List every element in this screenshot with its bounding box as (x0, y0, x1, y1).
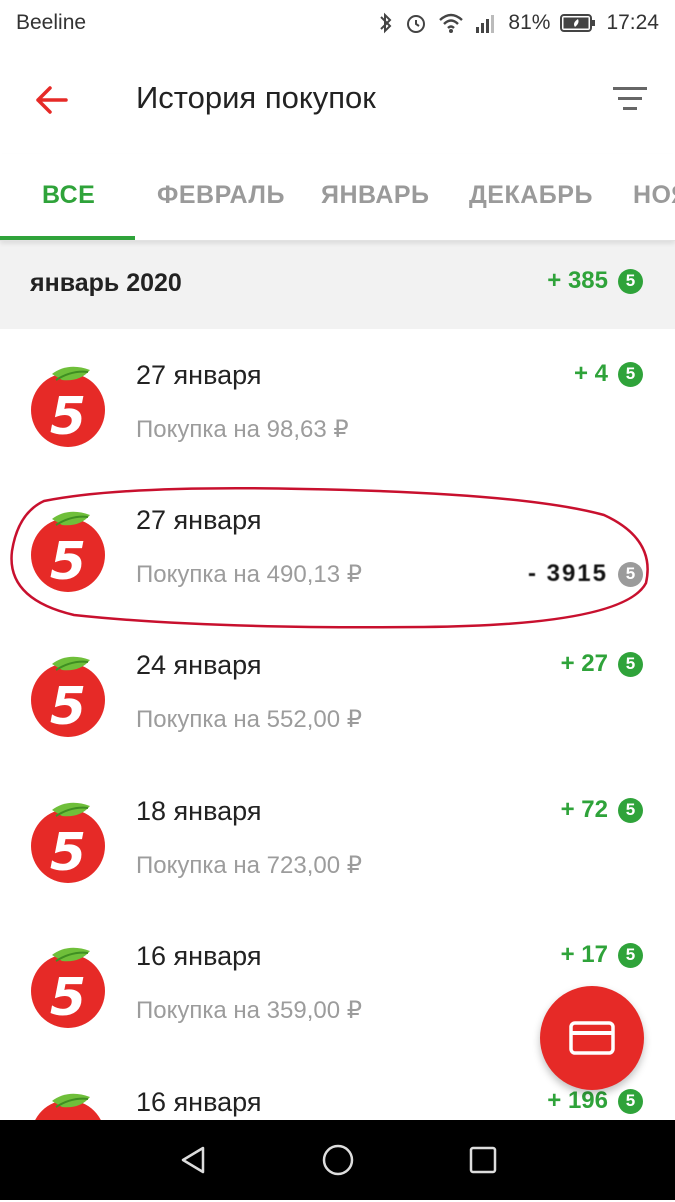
points-value: + 385 (547, 267, 608, 294)
bluetooth-icon (380, 12, 392, 34)
carrier-label: Beeline (16, 11, 87, 34)
points-coin-icon: 5 (618, 651, 643, 677)
status-bar: Beeline 81% 17:24 (0, 0, 675, 46)
system-nav-bar (0, 1120, 675, 1200)
battery-percent: 81% (508, 11, 551, 34)
nav-back-icon (181, 1146, 204, 1174)
purchase-date: 16 января (136, 1087, 262, 1117)
loyalty-card-button[interactable] (540, 986, 644, 1090)
points-coin-icon: 5 (618, 1088, 643, 1114)
svg-text:5: 5 (50, 823, 86, 883)
alarm-icon (407, 15, 426, 33)
active-tab-indicator (0, 236, 135, 240)
tab-all[interactable]: ВСЕ (42, 154, 95, 240)
purchase-row[interactable]: 5 27 января Покупка на 98,63 ₽ + 4 5 (0, 330, 675, 475)
purchase-amount: Покупка на 490,13 ₽ (136, 561, 363, 588)
purchase-date: 27 января (136, 360, 262, 390)
purchase-points: + 17 5 (561, 941, 643, 969)
nav-back-button[interactable] (173, 1140, 213, 1180)
app-bar: История покупок (0, 46, 675, 154)
purchase-amount: Покупка на 98,63 ₽ (136, 416, 349, 443)
signal-icon (476, 15, 495, 33)
purchase-points: + 196 5 (547, 1087, 643, 1115)
points-coin-icon: 5 (618, 797, 643, 823)
points-value: + 17 (560, 941, 608, 968)
purchase-points: + 27 5 (561, 650, 643, 678)
month-label: январь 2020 (30, 269, 182, 297)
battery-icon (560, 14, 596, 32)
purchase-points: + 72 5 (561, 796, 643, 824)
pyaterochka-logo-icon: 5 (31, 947, 105, 1028)
purchase-date: 27 января (136, 505, 262, 535)
pyaterochka-logo-icon: 5 (31, 656, 105, 737)
points-coin-icon: 5 (618, 361, 643, 387)
pyaterochka-logo-icon: 5 (31, 802, 105, 883)
back-button[interactable] (30, 78, 74, 122)
purchase-row[interactable]: 5 24 января Покупка на 552,00 ₽ + 27 5 (0, 620, 675, 765)
points-value: + 196 (547, 1087, 608, 1114)
svg-text:5: 5 (50, 677, 86, 737)
tab-january[interactable]: ЯНВАРЬ (321, 154, 430, 240)
points-value: + 4 (573, 360, 608, 387)
nav-home-icon (322, 1144, 353, 1176)
points-coin-icon: 5 (618, 561, 643, 587)
month-section-header: январь 2020 + 385 5 (0, 241, 675, 329)
purchase-points: + 4 5 (574, 360, 643, 388)
filter-icon (613, 87, 647, 110)
purchase-date: 24 января (136, 650, 262, 680)
tab-december[interactable]: ДЕКАБРЬ (469, 154, 593, 240)
points-value: + 72 (560, 796, 608, 823)
points-coin-icon: 5 (618, 942, 643, 968)
svg-text:5: 5 (50, 968, 86, 1028)
nav-home-button[interactable] (318, 1140, 358, 1180)
status-icons: 81% 17:24 (378, 11, 659, 35)
points-value: - 3915 (527, 560, 608, 587)
pyaterochka-logo-icon: 5 (31, 511, 105, 592)
purchase-amount: Покупка на 552,00 ₽ (136, 706, 363, 733)
card-icon (569, 1021, 615, 1055)
month-tabs: ВСЕ ФЕВРАЛЬ ЯНВАРЬ ДЕКАБРЬ НОЯ (0, 154, 675, 241)
clock: 17:24 (606, 11, 659, 34)
purchase-date: 18 января (136, 796, 262, 826)
points-coin-icon: 5 (618, 268, 643, 294)
purchase-points: - 3915 5 (528, 560, 643, 588)
month-points-total: + 385 5 (547, 267, 643, 295)
nav-recents-icon (469, 1146, 496, 1174)
page-title: История покупок (136, 80, 376, 115)
purchase-date: 16 января (136, 941, 262, 971)
points-value: + 27 (560, 650, 608, 677)
purchase-amount: Покупка на 723,00 ₽ (136, 852, 363, 879)
purchase-amount: Покупка на 359,00 ₽ (136, 997, 363, 1024)
wifi-icon (439, 13, 464, 33)
back-arrow-icon (36, 86, 68, 114)
svg-text:5: 5 (50, 387, 86, 447)
pyaterochka-logo-icon: 5 (31, 366, 105, 447)
svg-text:5: 5 (50, 532, 86, 592)
purchase-row[interactable]: 5 18 января Покупка на 723,00 ₽ + 72 5 (0, 766, 675, 911)
nav-recents-button[interactable] (463, 1140, 503, 1180)
tab-february[interactable]: ФЕВРАЛЬ (157, 154, 285, 240)
tab-november[interactable]: НОЯ (633, 154, 675, 240)
purchase-row[interactable]: 5 27 января Покупка на 490,13 ₽ - 3915 5 (0, 475, 675, 620)
filter-button[interactable] (611, 82, 649, 116)
